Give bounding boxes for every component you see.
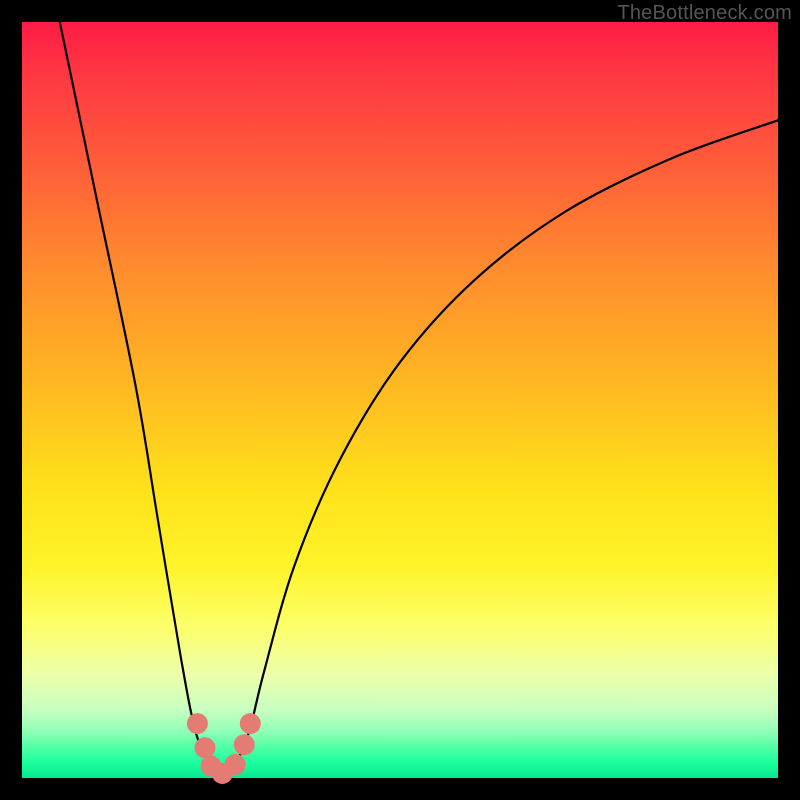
curve-marker <box>225 754 246 775</box>
watermark-text: TheBottleneck.com <box>617 2 792 25</box>
chart-frame <box>22 22 778 778</box>
bottleneck-chart <box>22 22 778 778</box>
curve-marker <box>194 737 215 758</box>
curve-marker <box>240 713 261 734</box>
curve-marker <box>187 713 208 734</box>
curve-marker <box>234 734 255 755</box>
bottleneck-curve-markers <box>187 713 261 784</box>
bottleneck-curve-line <box>60 22 778 774</box>
